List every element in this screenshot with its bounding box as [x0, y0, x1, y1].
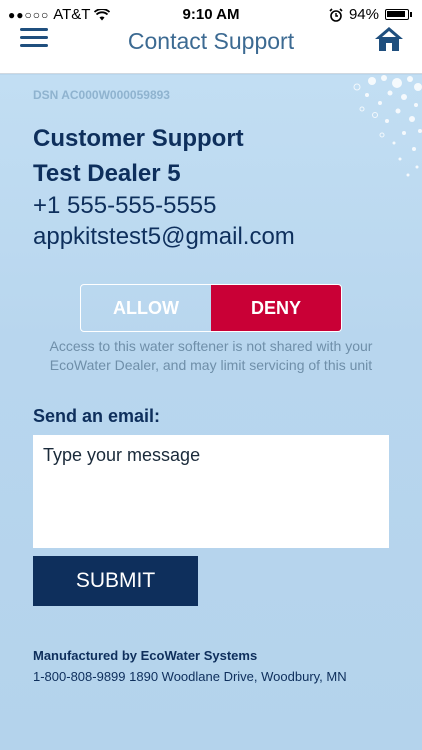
submit-button[interactable]: SUBMIT — [33, 556, 198, 606]
manufacturer-address: 1-800-808-9899 1890 Woodlane Drive, Wood… — [33, 669, 347, 684]
access-note: Access to this water softener is not sha… — [49, 338, 373, 373]
contact-support-content: DSN AC000W000059893 Customer Support Tes… — [0, 75, 422, 750]
page-title: Contact Support — [127, 28, 295, 54]
support-heading: Customer Support — [33, 125, 244, 152]
status-right: 94% — [329, 6, 412, 23]
allow-button[interactable]: ALLOW — [81, 285, 211, 331]
dealer-email-link[interactable]: appkitstest5@gmail.com — [33, 223, 295, 251]
water-bubbles-decoration — [353, 75, 422, 177]
manufacturer-label: Manufactured by EcoWater Systems — [33, 648, 258, 663]
alarm-clock-icon — [329, 7, 343, 22]
battery-icon — [385, 9, 409, 20]
deny-button[interactable]: DENY — [211, 285, 341, 331]
send-email-label: Send an email: — [33, 406, 161, 426]
battery-percent: 94% — [348, 6, 379, 23]
device-serial-number: DSN AC000W000059893 — [33, 88, 170, 102]
dealer-name: Test Dealer 5 — [33, 160, 181, 187]
dealer-phone-link[interactable]: +1 555-555-5555 — [33, 192, 217, 220]
home-button[interactable] — [374, 26, 404, 52]
battery-tip — [410, 12, 412, 17]
nav-bar: Contact Support — [0, 26, 422, 74]
access-toggle: ALLOW DENY — [80, 284, 342, 332]
message-input[interactable] — [33, 435, 389, 548]
status-bar: ●●○○○ AT&T 9:10 AM 94% — [0, 0, 422, 28]
home-icon — [375, 27, 403, 51]
